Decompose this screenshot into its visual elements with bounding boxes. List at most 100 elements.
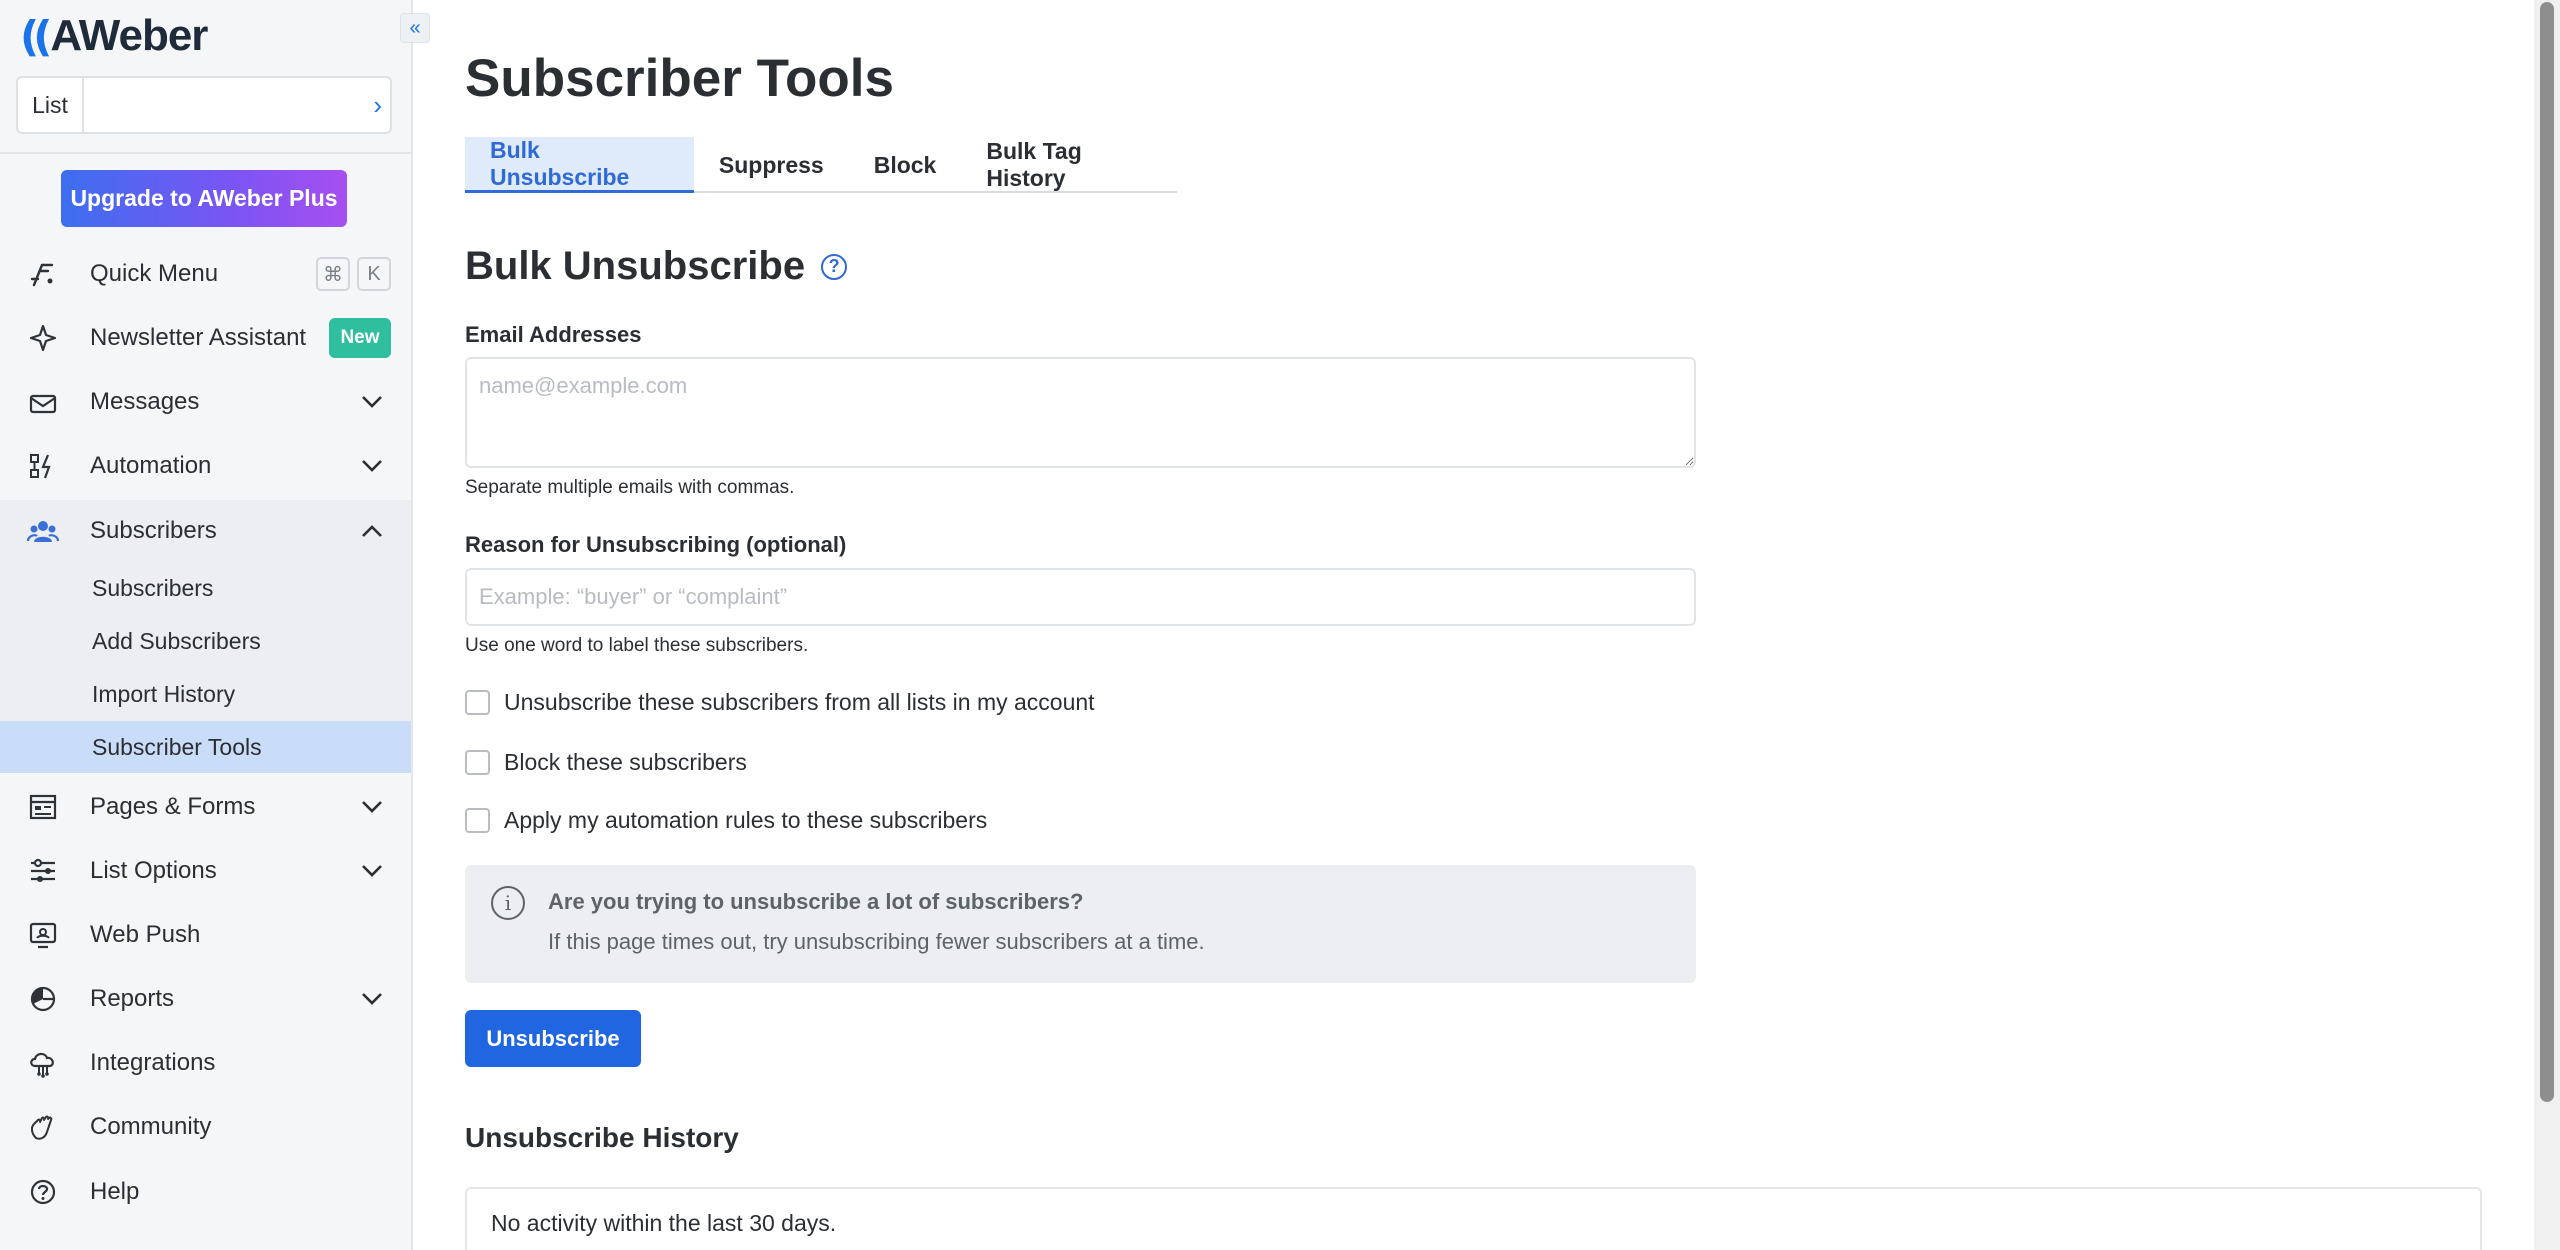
kbd-command: ⌘ xyxy=(316,257,350,291)
app-root: (( AWeber « List › Upgrade to AWeber Plu… xyxy=(0,0,2560,1250)
unsubscribe-history-panel: No activity within the last 30 days. xyxy=(465,1187,2482,1250)
sidebar-item-label: Help xyxy=(90,1178,140,1205)
upgrade-button[interactable]: Upgrade to AWeber Plus xyxy=(61,170,347,227)
block-subscribers-checkbox[interactable] xyxy=(465,749,490,775)
pie-chart-icon xyxy=(26,982,60,1016)
tab-bar: Bulk Unsubscribe Suppress Block Bulk Tag… xyxy=(465,137,1177,193)
email-hint: Separate multiple emails with commas. xyxy=(465,477,795,498)
sidebar-item-label: Newsletter Assistant xyxy=(90,324,307,351)
chevron-down-icon xyxy=(361,453,383,479)
reason-input[interactable] xyxy=(465,568,1696,626)
apply-automation-checkbox[interactable] xyxy=(465,807,490,833)
info-callout: i Are you trying to unsubscribe a lot of… xyxy=(465,865,1696,983)
sidebar-item-label: Web Push xyxy=(90,921,201,948)
sliders-icon xyxy=(26,854,60,888)
sidebar-subitem-label: Add Subscribers xyxy=(92,627,261,654)
sidebar-item-automation[interactable]: Automation xyxy=(0,435,411,497)
tab-bulk-tag-history[interactable]: Bulk Tag History xyxy=(961,137,1177,193)
checkbox-label: Apply my automation rules to these subsc… xyxy=(504,806,988,833)
quick-menu-icon xyxy=(26,257,60,291)
chevron-right-icon: › xyxy=(373,90,382,120)
apply-automation-checkbox-row[interactable]: Apply my automation rules to these subsc… xyxy=(465,805,987,835)
sidebar-item-subscribers[interactable]: Subscribers xyxy=(0,500,411,562)
unsubscribe-all-lists-checkbox[interactable] xyxy=(465,689,490,715)
chevron-down-icon xyxy=(361,858,383,884)
reason-label: Reason for Unsubscribing (optional) xyxy=(465,532,847,557)
history-empty-text: No activity within the last 30 days. xyxy=(491,1210,837,1236)
sidebar-subitem-import-history[interactable]: Import History xyxy=(0,668,411,720)
web-push-icon xyxy=(26,918,60,952)
sidebar-item-help[interactable]: Help xyxy=(0,1161,411,1223)
sidebar-subitem-subscriber-tools[interactable]: Subscriber Tools xyxy=(0,721,411,773)
sidebar-item-label: List Options xyxy=(90,857,217,884)
sidebar-item-reports[interactable]: Reports xyxy=(0,968,411,1030)
scrollbar-thumb[interactable] xyxy=(2540,2,2554,1102)
tab-suppress[interactable]: Suppress xyxy=(694,137,849,193)
tab-bulk-unsubscribe[interactable]: Bulk Unsubscribe xyxy=(465,137,694,193)
double-chevron-left-icon: « xyxy=(409,17,421,39)
help-circle-icon xyxy=(26,1175,60,1209)
aweber-logo-mark-icon: (( xyxy=(20,11,52,61)
pages-forms-icon xyxy=(26,790,60,824)
sidebar-item-integrations[interactable]: Integrations xyxy=(0,1032,411,1094)
sidebar-item-label: Quick Menu xyxy=(90,260,219,287)
sidebar-item-label: Subscribers xyxy=(90,517,217,544)
page-scrollbar[interactable] xyxy=(2534,0,2560,1250)
section-title-text: Bulk Unsubscribe xyxy=(465,244,806,288)
subscribers-submenu: Subscribers Add Subscribers Import Histo… xyxy=(0,562,411,773)
sidebar-item-newsletter-assistant[interactable]: Newsletter Assistant New xyxy=(0,307,411,369)
info-body: If this page times out, try unsubscribin… xyxy=(548,929,1205,954)
sidebar: (( AWeber « List › Upgrade to AWeber Plu… xyxy=(0,0,430,1250)
logo-text: AWeber xyxy=(50,11,208,60)
sidebar-item-web-push[interactable]: Web Push xyxy=(0,904,411,966)
tab-block[interactable]: Block xyxy=(849,137,962,193)
sidebar-item-pages-forms[interactable]: Pages & Forms xyxy=(0,776,411,838)
sidebar-subitem-add-subscribers[interactable]: Add Subscribers xyxy=(0,615,411,667)
block-subscribers-checkbox-row[interactable]: Block these subscribers xyxy=(465,747,747,777)
sidebar-item-label: Automation xyxy=(90,452,212,479)
chevron-up-icon xyxy=(361,518,383,544)
main-content: Subscriber Tools Bulk Unsubscribe Suppre… xyxy=(413,0,2560,1250)
sidebar-item-label: Integrations xyxy=(90,1049,216,1076)
sidebar-item-label: Reports xyxy=(90,985,175,1012)
sidebar-item-list-options[interactable]: List Options xyxy=(0,840,411,902)
chevron-down-icon xyxy=(361,389,383,415)
checkbox-label: Unsubscribe these subscribers from all l… xyxy=(504,688,1095,715)
section-title: Bulk Unsubscribe ? xyxy=(465,244,848,289)
info-title: Are you trying to unsubscribe a lot of s… xyxy=(548,889,1084,914)
automation-icon xyxy=(26,449,60,483)
chevron-down-icon xyxy=(361,986,383,1012)
page-title: Subscriber Tools xyxy=(465,49,894,108)
subscribers-icon xyxy=(26,514,60,548)
info-icon: i xyxy=(491,886,525,920)
sidebar-item-messages[interactable]: Messages xyxy=(0,371,411,433)
sparkle-icon xyxy=(26,321,60,355)
new-badge: New xyxy=(329,318,391,358)
sidebar-item-label: Community xyxy=(90,1113,212,1140)
envelope-icon xyxy=(26,385,60,419)
cloud-integration-icon xyxy=(26,1046,60,1080)
sidebar-item-label: Messages xyxy=(90,388,200,415)
checkbox-label: Block these subscribers xyxy=(504,748,747,775)
reason-hint: Use one word to label these subscribers. xyxy=(465,635,809,656)
sidebar-item-community[interactable]: Community xyxy=(0,1096,411,1158)
unsubscribe-all-lists-checkbox-row[interactable]: Unsubscribe these subscribers from all l… xyxy=(465,687,1095,717)
email-addresses-label: Email Addresses xyxy=(465,322,642,347)
sidebar-subitem-subscribers[interactable]: Subscribers xyxy=(0,562,411,614)
sidebar-divider xyxy=(0,152,411,154)
sidebar-item-quick-menu[interactable]: Quick Menu ⌘ K xyxy=(0,243,411,305)
sidebar-subitem-label: Subscriber Tools xyxy=(92,733,262,760)
sidebar-item-label: Pages & Forms xyxy=(90,793,256,820)
list-selector[interactable]: List › xyxy=(16,76,392,134)
waving-hand-icon xyxy=(26,1110,60,1144)
sidebar-subitem-label: Import History xyxy=(92,680,236,707)
list-selector-label: List xyxy=(18,78,84,132)
help-question-icon[interactable]: ? xyxy=(821,253,848,280)
sidebar-subitem-label: Subscribers xyxy=(92,574,214,601)
chevron-down-icon xyxy=(361,794,383,820)
collapse-sidebar-button[interactable]: « xyxy=(400,13,430,43)
aweber-logo[interactable]: (( AWeber xyxy=(20,11,208,61)
unsubscribe-button[interactable]: Unsubscribe xyxy=(465,1010,641,1067)
email-addresses-field[interactable] xyxy=(465,357,1696,468)
kbd-k: K xyxy=(357,257,391,291)
